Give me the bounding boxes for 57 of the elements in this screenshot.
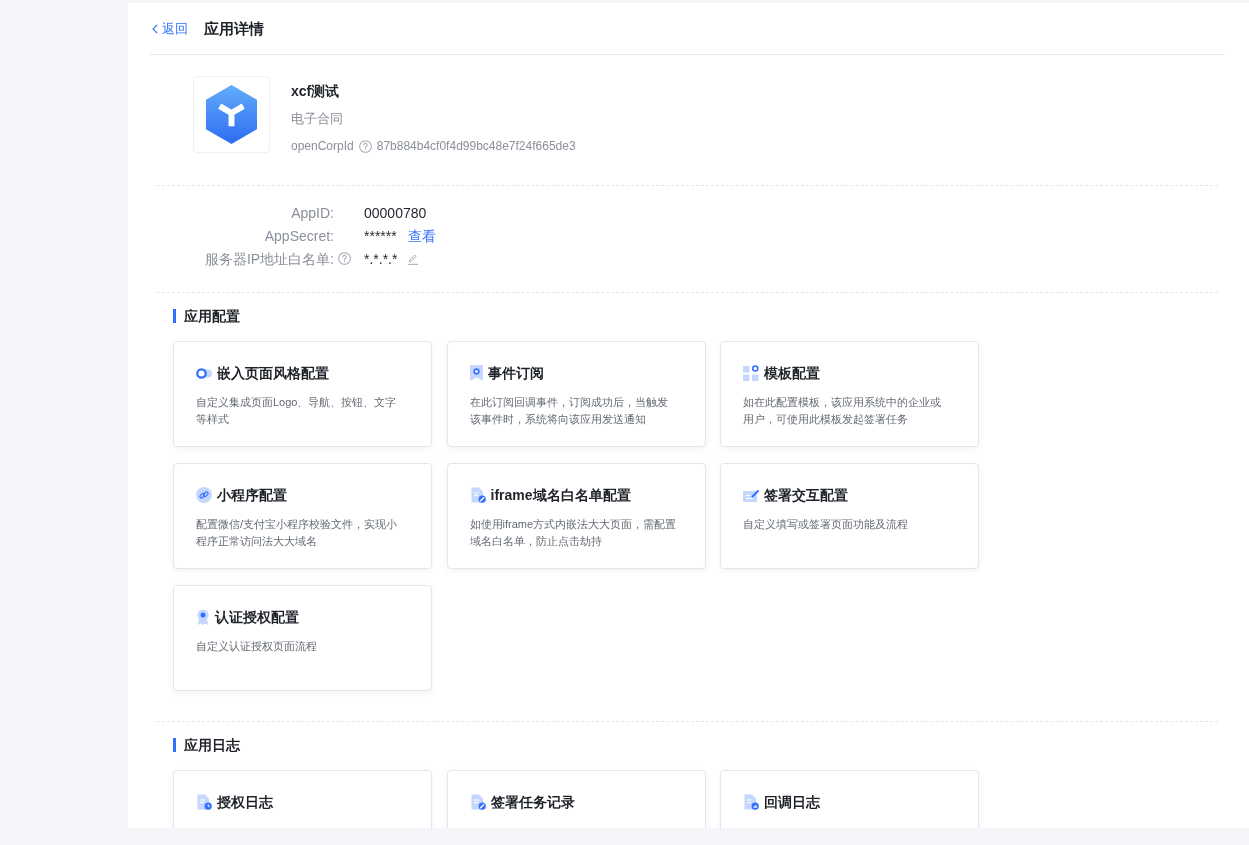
- app-name: xcf测试: [291, 82, 340, 101]
- id-label: openCorpId: [291, 138, 354, 155]
- document-edit-icon: [469, 794, 486, 810]
- feature-card[interactable]: iframe域名白名单配置 如使用iframe方式内嵌法大大页面，需配置域名白名单，防止点击劫持: [446, 463, 706, 569]
- signature-icon: [743, 488, 759, 502]
- chevron-left-icon: [152, 23, 158, 34]
- card-title: 模板配置: [764, 364, 820, 383]
- card-title: 签署任务记录: [490, 793, 575, 812]
- feature-card[interactable]: 模板配置 如在此配置模板，该应用系统中的企业或用户，可使用此模板发起签署任务: [720, 341, 979, 447]
- card-description: 如在此配置模板，该应用系统中的企业或用户，可使用此模板发起签署任务: [743, 395, 942, 427]
- card-title: iframe域名白名单配置: [490, 486, 631, 505]
- section-accent-bar: [173, 309, 176, 323]
- feature-card[interactable]: 小程序配置 配置微信/支付宝小程序校验文件，实现小程序正常访问法大大域名: [173, 463, 432, 569]
- card-description: 配置微信/支付宝小程序校验文件，实现小程序正常访问法大大域名: [196, 517, 399, 549]
- feature-card[interactable]: 授权日志: [173, 770, 432, 828]
- feature-card[interactable]: 签署任务记录: [446, 770, 706, 828]
- back-link[interactable]: 返回: [152, 19, 188, 38]
- link-icon: [196, 487, 212, 503]
- card-description: 自定义填写或签署页面功能及流程: [743, 517, 909, 532]
- feature-card[interactable]: 嵌入页面风格配置 自定义集成页面Logo、导航、按钮、文字等样式: [173, 341, 432, 447]
- section-accent-bar: [173, 738, 176, 752]
- app-category: 电子合同: [291, 110, 343, 128]
- field-label: AppID:: [291, 203, 334, 223]
- field-label: 服务器IP地址白名单:: [204, 249, 334, 269]
- section-title: 应用日志: [184, 737, 240, 753]
- card-title: 认证授权配置: [215, 608, 299, 627]
- card-title: 回调日志: [764, 793, 820, 812]
- card-description: 如使用iframe方式内嵌法大大页面，需配置域名白名单，防止点击劫持: [469, 517, 678, 549]
- feature-card[interactable]: 认证授权配置 自定义认证授权页面流程: [173, 585, 432, 691]
- document-edit-icon: [469, 487, 486, 503]
- field-value: 00000780: [364, 203, 427, 223]
- field-value: *.*.*.*: [364, 249, 398, 269]
- bookmark-icon: [469, 365, 483, 381]
- page-title: 应用详情: [204, 18, 264, 39]
- card-description: 在此订阅回调事件，订阅成功后，当触发该事件时，系统将向该应用发送通知: [469, 395, 669, 427]
- card-description: 自定义认证授权页面流程: [196, 639, 318, 654]
- card-title: 授权日志: [217, 793, 273, 812]
- section-title: 应用配置: [184, 308, 240, 324]
- field-label: AppSecret:: [264, 226, 334, 246]
- feature-card[interactable]: 签署交互配置 自定义填写或签署页面功能及流程: [720, 463, 979, 569]
- card-title: 事件订阅: [487, 364, 544, 383]
- feature-card[interactable]: 事件订阅 在此订阅回调事件，订阅成功后，当触发该事件时，系统将向该应用发送通知: [446, 341, 706, 447]
- id-value: 87b884b4cf0f4d99bc48e7f24f665de3: [376, 138, 576, 155]
- edit-icon[interactable]: [407, 252, 420, 265]
- feature-card[interactable]: 回调日志: [720, 770, 979, 828]
- document-chart-icon: [743, 794, 759, 810]
- grid-icon: [743, 365, 759, 381]
- award-icon: [196, 609, 210, 625]
- toggle-icon: [196, 367, 212, 379]
- card-description: 自定义集成页面Logo、导航、按钮、文字等样式: [196, 395, 398, 427]
- app-logo-icon: [193, 76, 270, 153]
- card-title: 小程序配置: [217, 486, 287, 505]
- view-link[interactable]: 查看: [407, 225, 436, 246]
- document-clock-icon: [196, 794, 212, 810]
- card-title: 嵌入页面风格配置: [217, 364, 329, 383]
- card-title: 签署交互配置: [764, 486, 848, 505]
- field-value: ******: [364, 226, 397, 246]
